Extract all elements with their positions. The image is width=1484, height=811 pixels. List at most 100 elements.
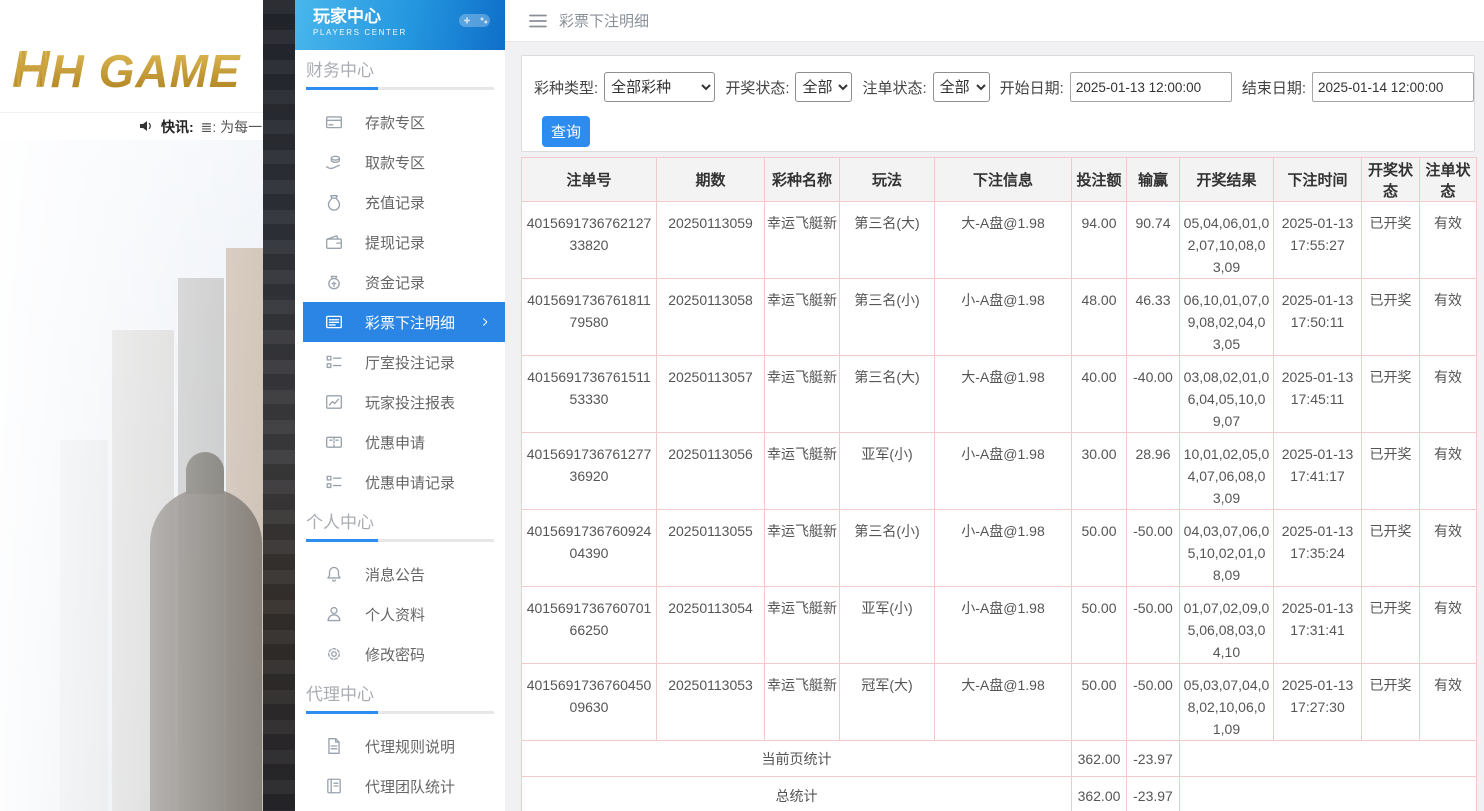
cell-bet-amount: 48.00 (1072, 279, 1127, 356)
page-topbar: 彩票下注明细 (505, 0, 1484, 42)
sidebar-item-label: 彩票下注明细 (365, 312, 455, 333)
sidebar-item-person[interactable]: 个人资料 (295, 594, 505, 634)
document-icon (325, 737, 343, 755)
table-header-row: 注单号期数彩种名称玩法下注信息投注额输赢开奖结果下注时间开奖状态注单状态 (522, 158, 1477, 202)
cell-win-loss: 90.74 (1127, 202, 1180, 279)
col-header-win-loss: 输赢 (1127, 158, 1180, 202)
sidebar-item-deposit-card[interactable]: 存款专区 (295, 102, 505, 142)
cell-bet-time: 2025-01-13 17:55:27 (1274, 202, 1362, 279)
sidebar-item-label: 存款专区 (365, 112, 425, 133)
sidebar-section: 财务中心存款专区取款专区充值记录提现记录资金记录彩票下注明细厅室投注记录玩家投注… (295, 58, 505, 502)
withdraw-hand-icon (325, 153, 343, 171)
summary-win-loss: -23.97 (1127, 777, 1180, 811)
sidebar-item-report-chart[interactable]: 玩家投注报表 (295, 382, 505, 422)
hh-game-logo: HH GAME (12, 40, 241, 100)
sidebar-item-funds-record[interactable]: 资金记录 (295, 262, 505, 302)
col-header-bet-amount: 投注额 (1072, 158, 1127, 202)
cell-play: 第三名(小) (840, 510, 935, 587)
order-status-select[interactable]: 全部 (933, 72, 990, 102)
cell-order-id: 401569173676181179580 (522, 279, 657, 356)
cell-win-loss: -50.00 (1127, 510, 1180, 587)
sidebar-item-gear[interactable]: 修改密码 (295, 634, 505, 674)
col-header-period: 期数 (657, 158, 765, 202)
city-background-photo (0, 140, 263, 811)
cell-period: 20250113056 (657, 433, 765, 510)
dimmed-overlay-strip (263, 0, 295, 811)
sidebar-item-withdraw-hand[interactable]: 取款专区 (295, 142, 505, 182)
sidebar-item-hall-bet[interactable]: 厅室投注记录 (295, 342, 505, 382)
menu-toggle-icon[interactable] (529, 14, 547, 28)
cell-bet-time: 2025-01-13 17:41:17 (1274, 433, 1362, 510)
sidebar-item-coupon[interactable]: 优惠申请 (295, 422, 505, 462)
draw-status-select[interactable]: 全部 (795, 72, 852, 102)
filter-row: 彩种类型: 全部彩种 开奖状态: 全部 注单状态: 全部 开始日期: 结束日期: (534, 72, 1474, 102)
cell-bet-time: 2025-01-13 17:50:11 (1274, 279, 1362, 356)
col-header-lottery-name: 彩种名称 (765, 158, 840, 202)
cell-draw-result: 05,04,06,01,02,07,10,08,03,09 (1180, 202, 1274, 279)
lottery-type-select[interactable]: 全部彩种 (604, 72, 715, 102)
funds-record-icon (325, 273, 343, 291)
section-items: 存款专区取款专区充值记录提现记录资金记录彩票下注明细厅室投注记录玩家投注报表优惠… (295, 102, 505, 502)
gear-icon (325, 645, 343, 663)
withdraw-record-icon (325, 233, 343, 251)
cell-lottery-name: 幸运飞艇新 (765, 279, 840, 356)
cell-draw-result: 03,08,02,01,06,04,05,10,09,07 (1180, 356, 1274, 433)
lottery-bet-icon (325, 313, 343, 331)
bets-table: 注单号期数彩种名称玩法下注信息投注额输赢开奖结果下注时间开奖状态注单状态 401… (521, 157, 1477, 811)
col-header-draw-status: 开奖状态 (1362, 158, 1420, 202)
cell-play: 亚军(小) (840, 433, 935, 510)
sidebar-item-team-stats[interactable]: 代理团队统计 (295, 766, 505, 806)
cell-period: 20250113053 (657, 664, 765, 741)
table-row: 40156917367621273382020250113059幸运飞艇新第三名… (522, 202, 1477, 279)
cell-bet-time: 2025-01-13 17:35:24 (1274, 510, 1362, 587)
cell-draw-status: 已开奖 (1362, 279, 1420, 356)
cell-draw-result: 05,03,07,04,08,02,10,06,01,09 (1180, 664, 1274, 741)
table-row: 40156917367618117958020250113058幸运飞艇新第三名… (522, 279, 1477, 356)
cell-bet-info: 小-A盘@1.98 (935, 587, 1072, 664)
background-page: HH GAME 快讯: ≣: 为每一 (0, 0, 263, 811)
cell-order-status: 有效 (1420, 356, 1477, 433)
cell-draw-status: 已开奖 (1362, 356, 1420, 433)
sidebar-item-document[interactable]: 代理规则说明 (295, 726, 505, 766)
bell-icon (325, 565, 343, 583)
cell-win-loss: -40.00 (1127, 356, 1180, 433)
capitol-dome (150, 488, 262, 811)
news-ticker: 快讯: ≣: 为每一 (0, 112, 263, 141)
start-date-label: 开始日期: (1000, 77, 1064, 98)
cell-bet-info: 小-A盘@1.98 (935, 279, 1072, 356)
sidebar-item-label: 代理团队统计 (365, 776, 455, 797)
cell-draw-status: 已开奖 (1362, 587, 1420, 664)
table-row: 40156917367607016625020250113054幸运飞艇新亚军(… (522, 587, 1477, 664)
sidebar-item-label: 消息公告 (365, 564, 425, 585)
sidebar-item-label: 优惠申请 (365, 432, 425, 453)
sidebar-item-withdraw-record[interactable]: 提现记录 (295, 222, 505, 262)
cell-bet-amount: 40.00 (1072, 356, 1127, 433)
sidebar-item-label: 取款专区 (365, 152, 425, 173)
cell-bet-amount: 50.00 (1072, 510, 1127, 587)
cell-order-status: 有效 (1420, 202, 1477, 279)
section-underline (306, 539, 494, 542)
sidebar-item-bell[interactable]: 消息公告 (295, 554, 505, 594)
lottery-type-label: 彩种类型: (534, 77, 598, 98)
cell-play: 冠军(大) (840, 664, 935, 741)
cell-lottery-name: 幸运飞艇新 (765, 433, 840, 510)
player-center-sidebar: 玩家中心 PLAYERS CENTER 财务中心存款专区取款专区充值记录提现记录… (295, 0, 506, 811)
section-items: 消息公告个人资料修改密码 (295, 554, 505, 674)
ticker-text: ≣: 为每一 (201, 117, 263, 137)
logo-striped-h: H (12, 41, 51, 99)
sidebar-item-coupon-record[interactable]: 优惠申请记录 (295, 462, 505, 502)
end-date-input[interactable] (1312, 72, 1474, 102)
sidebar-item-recharge-bag[interactable]: 充值记录 (295, 182, 505, 222)
sidebar-item-lottery-bet[interactable]: 彩票下注明细 (303, 302, 505, 342)
sidebar-item-label: 优惠申请记录 (365, 472, 455, 493)
search-button[interactable]: 查询 (542, 116, 590, 147)
section-label: 财务中心 (295, 58, 505, 84)
chevron-right-icon (479, 316, 491, 328)
summary-label: 总统计 (522, 777, 1072, 811)
end-date-label: 结束日期: (1242, 77, 1306, 98)
building-shape (112, 330, 174, 811)
start-date-input[interactable] (1070, 72, 1232, 102)
filter-panel: 彩种类型: 全部彩种 开奖状态: 全部 注单状态: 全部 开始日期: 结束日期:… (521, 55, 1475, 152)
cell-bet-info: 小-A盘@1.98 (935, 433, 1072, 510)
col-header-order-status: 注单状态 (1420, 158, 1477, 202)
